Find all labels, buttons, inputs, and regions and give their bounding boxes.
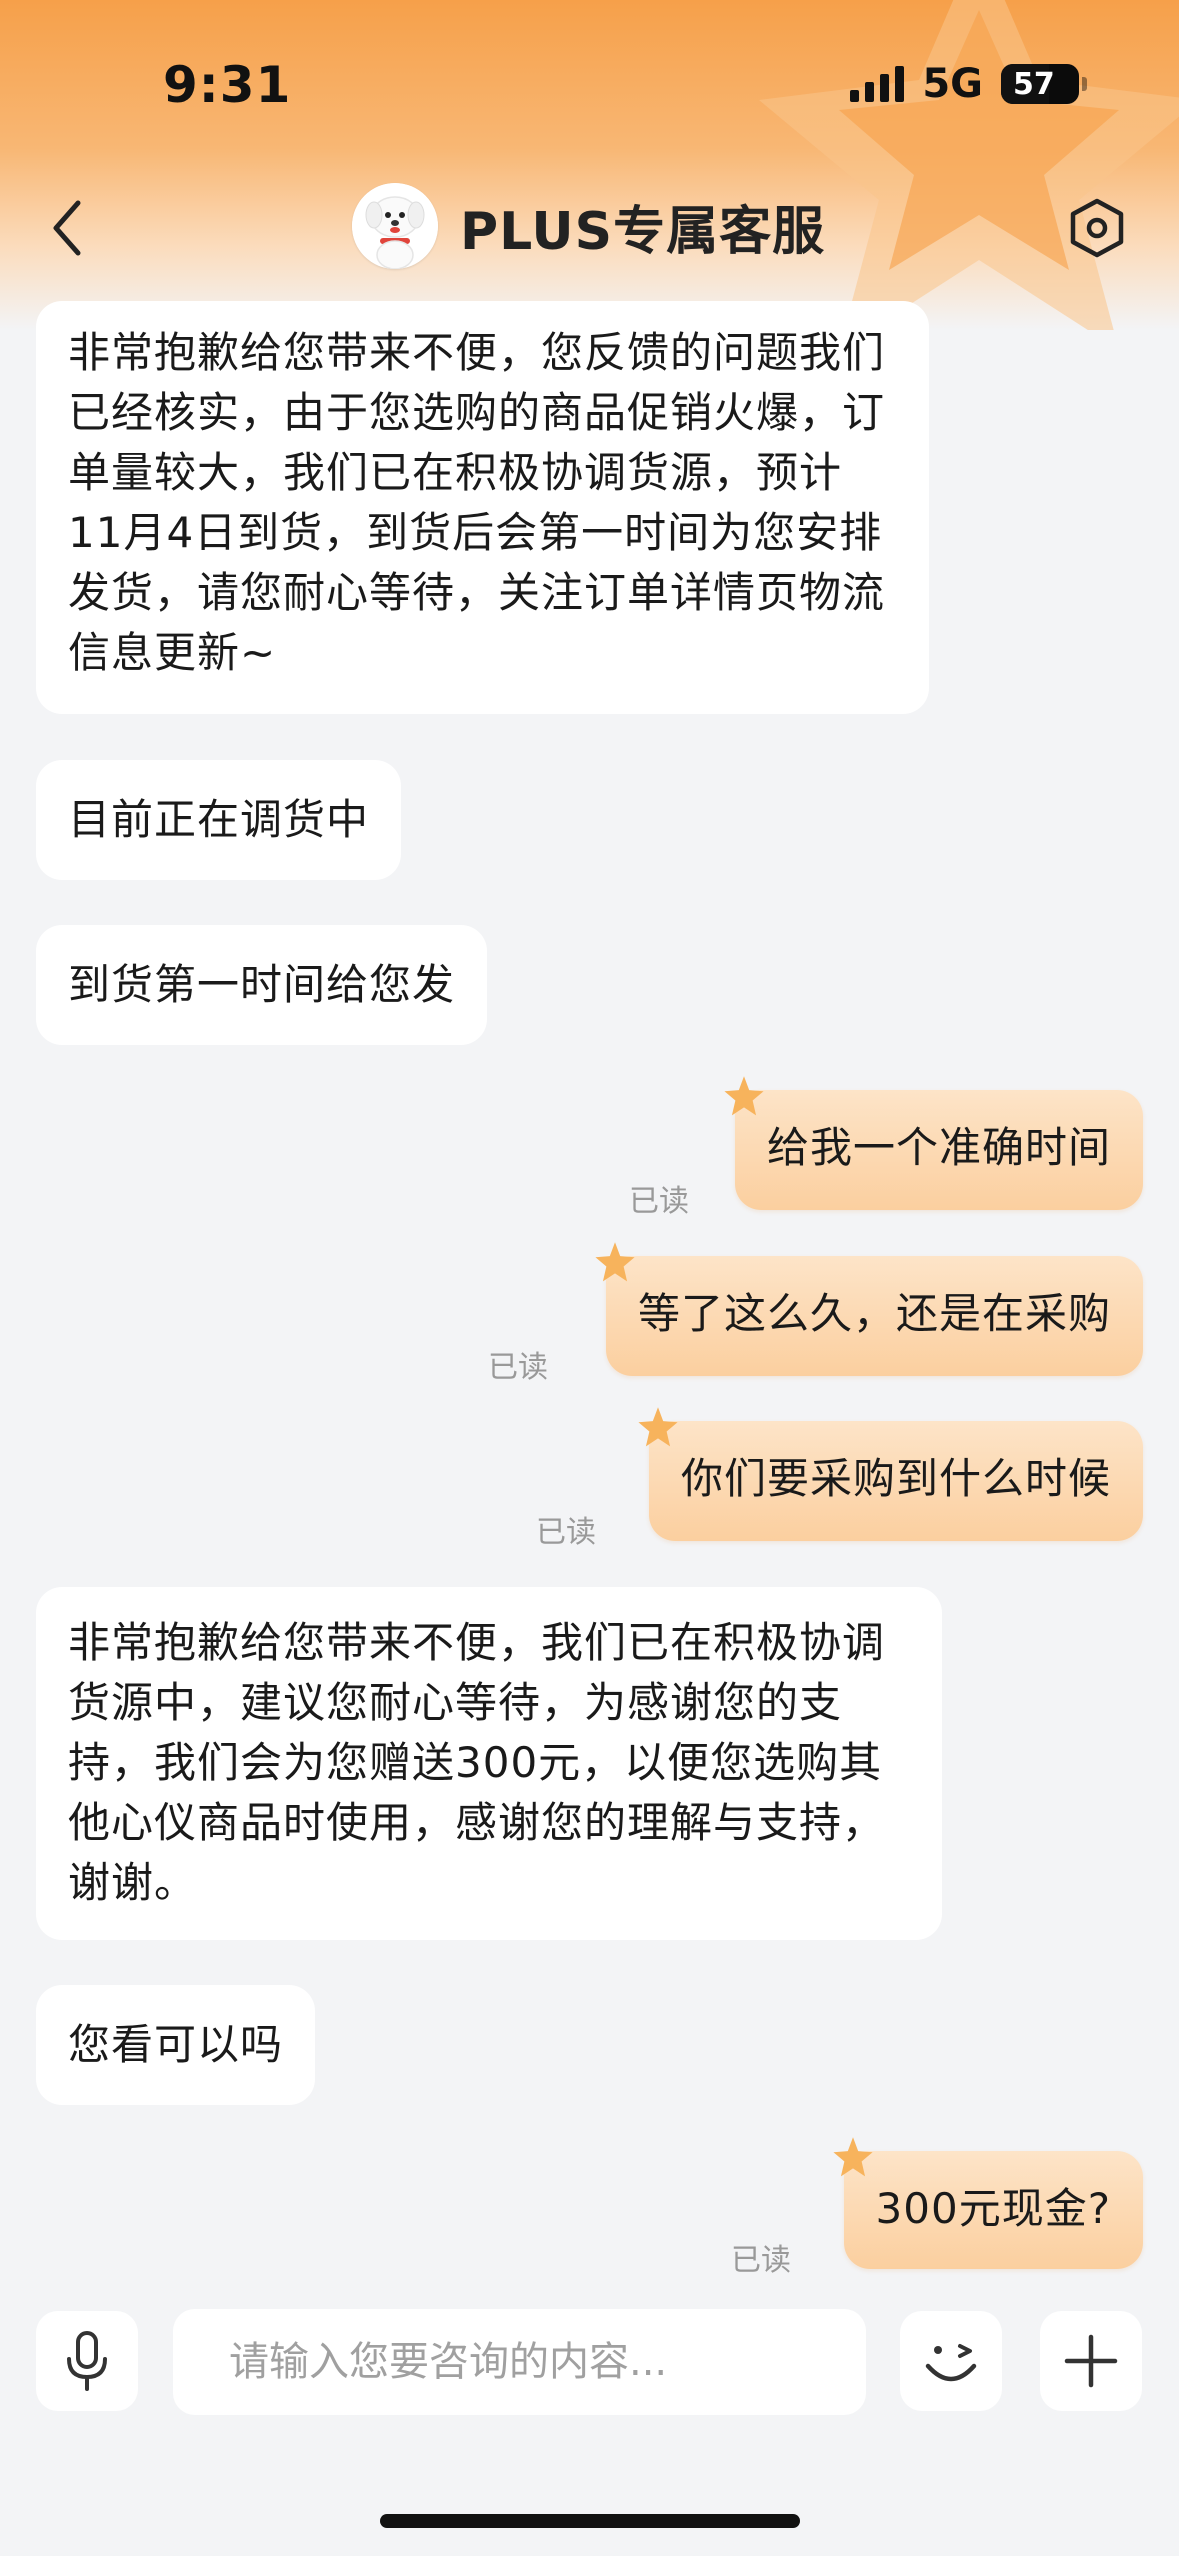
message-text: 目前正在调货中 — [68, 795, 370, 844]
cellular-signal-icon — [850, 66, 905, 102]
agent-message: 您看可以吗 — [36, 1985, 316, 2105]
microphone-icon — [67, 2331, 107, 2391]
wink-emoji-icon — [925, 2344, 977, 2382]
back-button[interactable] — [44, 195, 94, 261]
hexagon-settings-icon — [1070, 198, 1124, 258]
star-icon — [724, 1076, 764, 1116]
message-text: 非常抱歉给您带来不便，您反馈的问题我们已经核实，由于您选购的商品促销火爆，订单量… — [68, 328, 886, 677]
user-message: 等了这么久，还是在采购 — [595, 1242, 1143, 1376]
message-text: 给我一个准确时间 — [766, 1123, 1111, 1172]
read-status: 已读 — [536, 1515, 596, 1550]
home-indicator[interactable] — [380, 2514, 800, 2528]
star-icon — [638, 1407, 678, 1447]
settings-button[interactable] — [1067, 197, 1127, 259]
status-time: 9:31 — [163, 56, 292, 114]
input-bar — [0, 2295, 1179, 2425]
message-text: 非常抱歉给您带来不便，我们已在积极协调货源中，建议您耐心等待，为感谢您的支持，我… — [68, 1618, 886, 1907]
decorative-star-icon — [759, 0, 1179, 330]
agent-message: 目前正在调货中 — [36, 760, 402, 880]
emoji-button[interactable] — [900, 2311, 1002, 2411]
read-status: 已读 — [488, 1350, 548, 1385]
header-background — [0, 0, 1179, 330]
user-message: 给我一个准确时间 — [724, 1076, 1143, 1210]
agent-message: 非常抱歉给您带来不便，我们已在积极协调货源中，建议您耐心等待，为感谢您的支持，我… — [36, 1587, 942, 1940]
plus-icon — [1064, 2334, 1118, 2388]
user-message: 你们要采购到什么时候 — [638, 1407, 1143, 1541]
message-text: 到货第一时间给您发 — [68, 960, 456, 1009]
read-status: 已读 — [731, 2243, 791, 2278]
chevron-left-icon — [53, 200, 81, 256]
battery-level: 57 — [1013, 66, 1055, 102]
battery-icon: 57 — [1001, 64, 1087, 104]
more-options-button[interactable] — [1040, 2311, 1142, 2411]
message-input[interactable] — [173, 2309, 866, 2415]
page-title: PLUS专属客服 — [460, 201, 826, 262]
message-text: 你们要采购到什么时候 — [680, 1454, 1111, 1503]
joy-dog-avatar-icon — [352, 183, 438, 269]
message-text: 您看可以吗 — [68, 2020, 284, 2069]
chat-header: PLUS专属客服 — [352, 183, 825, 269]
message-text: 300元现金? — [875, 2184, 1111, 2233]
network-type: 5G — [922, 61, 983, 107]
star-icon — [832, 2137, 873, 2177]
user-message: 300元现金? — [832, 2137, 1143, 2269]
message-text: 等了这么久，还是在采购 — [637, 1289, 1111, 1338]
status-indicators: 5G 57 — [850, 60, 1087, 108]
star-icon — [595, 1242, 635, 1282]
voice-input-button[interactable] — [36, 2311, 138, 2411]
agent-message: 到货第一时间给您发 — [36, 925, 488, 1045]
read-status: 已读 — [629, 1184, 689, 1219]
agent-message: 非常抱歉给您带来不便，您反馈的问题我们已经核实，由于您选购的商品促销火爆，订单量… — [36, 301, 929, 714]
